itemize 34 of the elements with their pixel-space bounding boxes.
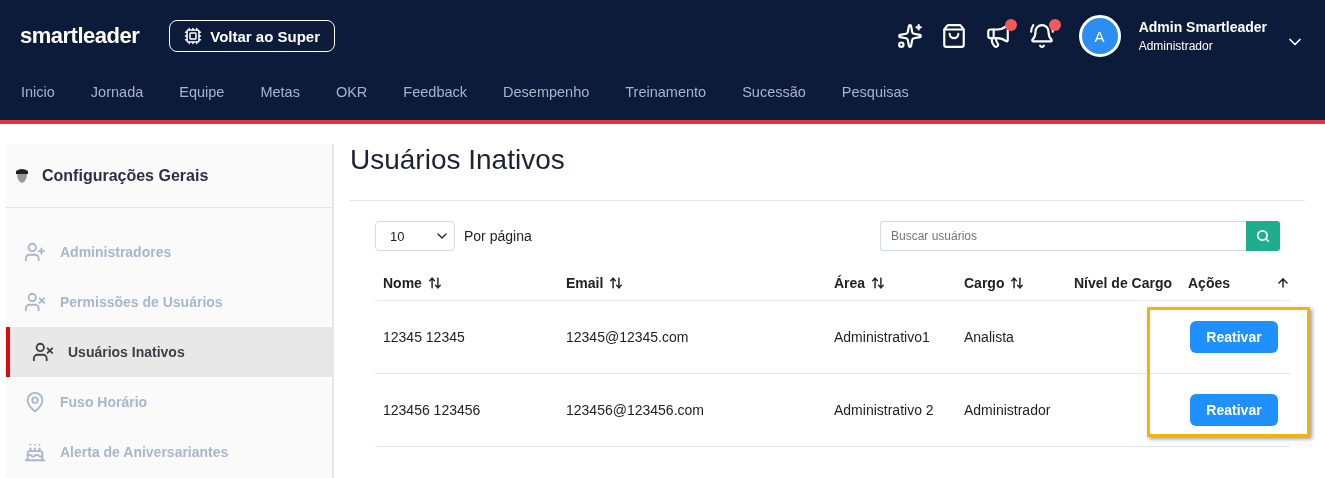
nav-link[interactable]: Equipe	[179, 84, 225, 100]
table-cell-text: 123456 123456	[383, 402, 482, 418]
nav-link[interactable]: Pesquisas	[841, 84, 909, 100]
table-cell-text: Analista	[964, 329, 1015, 345]
back-button[interactable]: Voltar ao Super	[169, 20, 335, 52]
nav-link[interactable]: Jornada	[90, 84, 144, 100]
nav-link[interactable]: OKR	[335, 84, 368, 100]
nav-link[interactable]: Inicio	[21, 84, 55, 100]
per-page-label: Por página	[464, 228, 532, 244]
table-cell-text: 12345@12345.com	[566, 329, 690, 345]
nav-link[interactable]: Feedback	[403, 84, 468, 100]
user-name: Admin Smartleader	[1138, 19, 1267, 35]
nav-link[interactable]: Treinamento	[625, 84, 707, 100]
table-cell-text: 123456@123456.com	[566, 402, 705, 418]
logo: smartleader	[20, 23, 140, 49]
search-field[interactable]: Buscar usuários	[880, 221, 1246, 251]
column-header: Nível de Cargo	[1074, 274, 1174, 291]
column-header[interactable]: Email	[566, 274, 834, 291]
column-header[interactable]: Área	[834, 274, 964, 291]
table-cell-text: Administrativo 2	[834, 402, 935, 418]
nav-link[interactable]: Metas	[260, 84, 300, 100]
page-size-select[interactable]: 10	[375, 221, 455, 251]
table-cell-text: Administrativo1	[834, 329, 931, 345]
column-header: Ações	[1180, 274, 1290, 291]
table-cell-text: Administrador	[964, 402, 1052, 418]
table-cell-text: 12345 12345	[383, 329, 466, 345]
column-header[interactable]: Cargo	[964, 274, 1074, 291]
nav-link[interactable]: Desempenho	[503, 84, 590, 100]
sidebar-title: Configurações Gerais	[42, 166, 209, 185]
page-title: Usuários Inativos	[350, 144, 1305, 201]
nav-link[interactable]: Sucessão	[742, 84, 806, 100]
sidebar-item[interactable]: Usuários Inativos	[6, 327, 332, 377]
column-header[interactable]: Nome	[383, 274, 566, 291]
user-role: Administrador	[1138, 39, 1214, 53]
